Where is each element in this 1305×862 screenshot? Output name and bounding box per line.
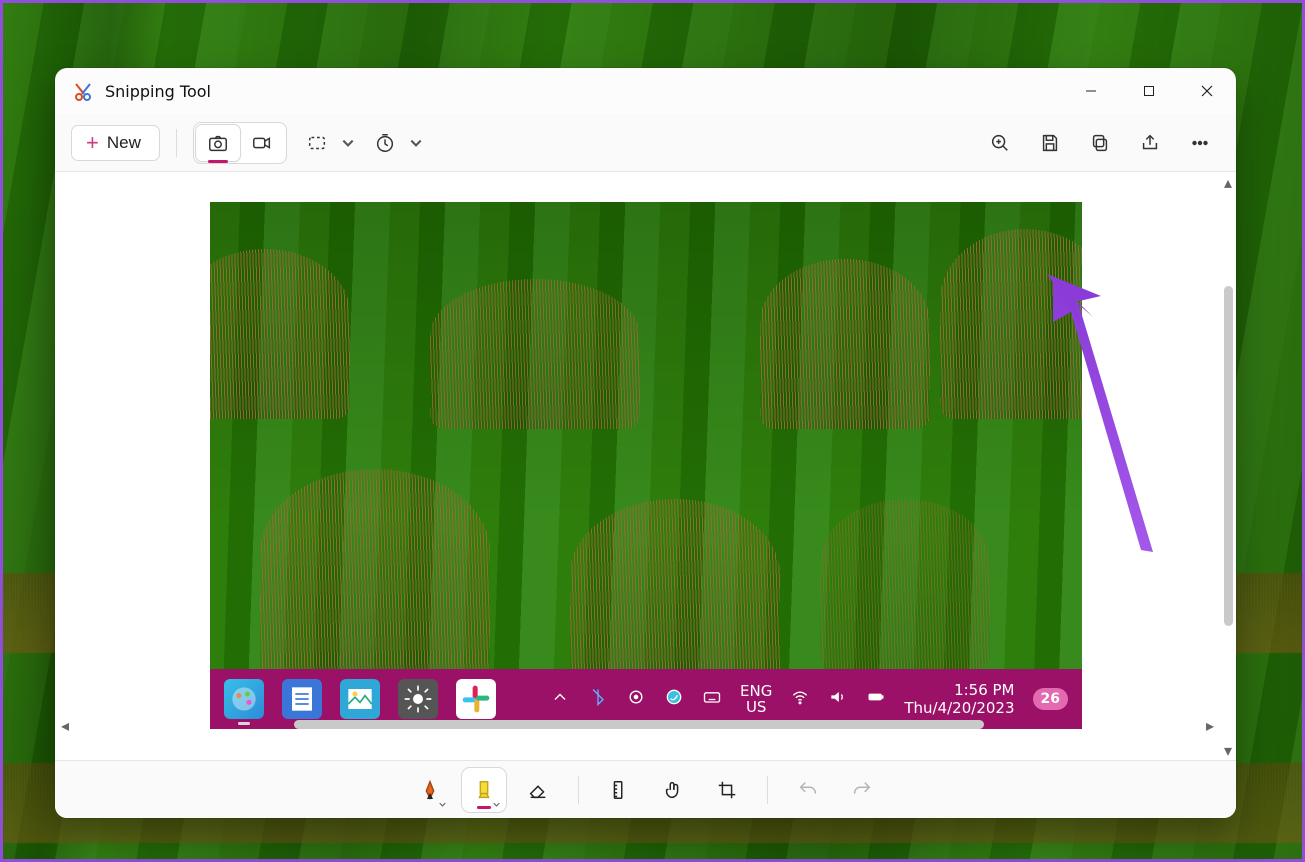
photo-mode-button[interactable] bbox=[196, 125, 240, 161]
taskbar-app-settings-icon bbox=[398, 679, 438, 719]
bottom-toolbar bbox=[55, 760, 1236, 818]
top-toolbar: + New bbox=[55, 114, 1236, 172]
new-button[interactable]: + New bbox=[71, 125, 160, 161]
undo-button[interactable] bbox=[786, 768, 830, 812]
scroll-down-arrow-icon[interactable]: ▾ bbox=[1220, 744, 1236, 756]
language-indicator: ENG US bbox=[740, 683, 772, 716]
tray-app-icon bbox=[626, 687, 646, 711]
separator bbox=[176, 129, 177, 157]
plus-icon: + bbox=[86, 137, 99, 148]
chevron-down-icon bbox=[409, 136, 423, 150]
scroll-up-arrow-icon[interactable]: ▴ bbox=[1220, 176, 1236, 188]
titlebar[interactable]: Snipping Tool bbox=[55, 68, 1236, 114]
new-button-label: New bbox=[107, 133, 141, 153]
share-button[interactable] bbox=[1130, 123, 1170, 163]
snipping-tool-window: Snipping Tool + New bbox=[55, 68, 1236, 818]
more-button[interactable] bbox=[1180, 123, 1220, 163]
capture-mode-segmented bbox=[193, 122, 287, 164]
delay-dropdown[interactable] bbox=[365, 123, 423, 163]
close-button[interactable] bbox=[1178, 68, 1236, 114]
save-button[interactable] bbox=[1030, 123, 1070, 163]
clock: 1:56 PM Thu/4/20/2023 bbox=[904, 681, 1014, 717]
canvas-area: ENG US 1:56 PM Thu/4/20/2023 26 bbox=[55, 172, 1236, 760]
volume-icon bbox=[828, 687, 848, 711]
separator bbox=[578, 776, 579, 804]
ruler-tool[interactable] bbox=[597, 768, 641, 812]
tray-app-icon-2 bbox=[664, 687, 684, 711]
battery-icon bbox=[866, 687, 886, 711]
bluetooth-icon bbox=[588, 687, 608, 711]
crop-tool[interactable] bbox=[705, 768, 749, 812]
notification-badge: 26 bbox=[1033, 688, 1068, 710]
app-title: Snipping Tool bbox=[105, 82, 211, 101]
chevron-down-icon bbox=[341, 136, 355, 150]
pen-tool[interactable] bbox=[408, 768, 452, 812]
scrollbar-thumb[interactable] bbox=[294, 720, 984, 729]
taskbar-app-photos-icon bbox=[340, 679, 380, 719]
redo-button[interactable] bbox=[840, 768, 884, 812]
taskbar-app-notepad-icon bbox=[282, 679, 322, 719]
taskbar-app-slack-icon bbox=[456, 679, 496, 719]
wifi-icon bbox=[790, 687, 810, 711]
captured-screenshot[interactable]: ENG US 1:56 PM Thu/4/20/2023 26 bbox=[210, 202, 1082, 729]
keyboard-icon bbox=[702, 687, 722, 711]
tray-overflow-icon bbox=[550, 687, 570, 711]
highlighter-tool[interactable] bbox=[462, 768, 506, 812]
snipping-tool-icon bbox=[73, 81, 93, 101]
minimize-button[interactable] bbox=[1062, 68, 1120, 114]
video-mode-button[interactable] bbox=[240, 125, 284, 161]
separator bbox=[767, 776, 768, 804]
taskbar-app-paint-icon bbox=[224, 679, 264, 719]
snip-shape-dropdown[interactable] bbox=[297, 123, 355, 163]
maximize-button[interactable] bbox=[1120, 68, 1178, 114]
vertical-scrollbar[interactable]: ▴ ▾ bbox=[1220, 176, 1236, 756]
touch-writing-tool[interactable] bbox=[651, 768, 695, 812]
scroll-right-arrow-icon[interactable]: ▸ bbox=[1204, 716, 1216, 735]
zoom-button[interactable] bbox=[980, 123, 1020, 163]
horizontal-scrollbar[interactable]: ◂ ▸ bbox=[59, 716, 1216, 732]
eraser-tool[interactable] bbox=[516, 768, 560, 812]
copy-button[interactable] bbox=[1080, 123, 1120, 163]
scrollbar-thumb[interactable] bbox=[1224, 286, 1233, 626]
scroll-left-arrow-icon[interactable]: ◂ bbox=[59, 716, 71, 735]
